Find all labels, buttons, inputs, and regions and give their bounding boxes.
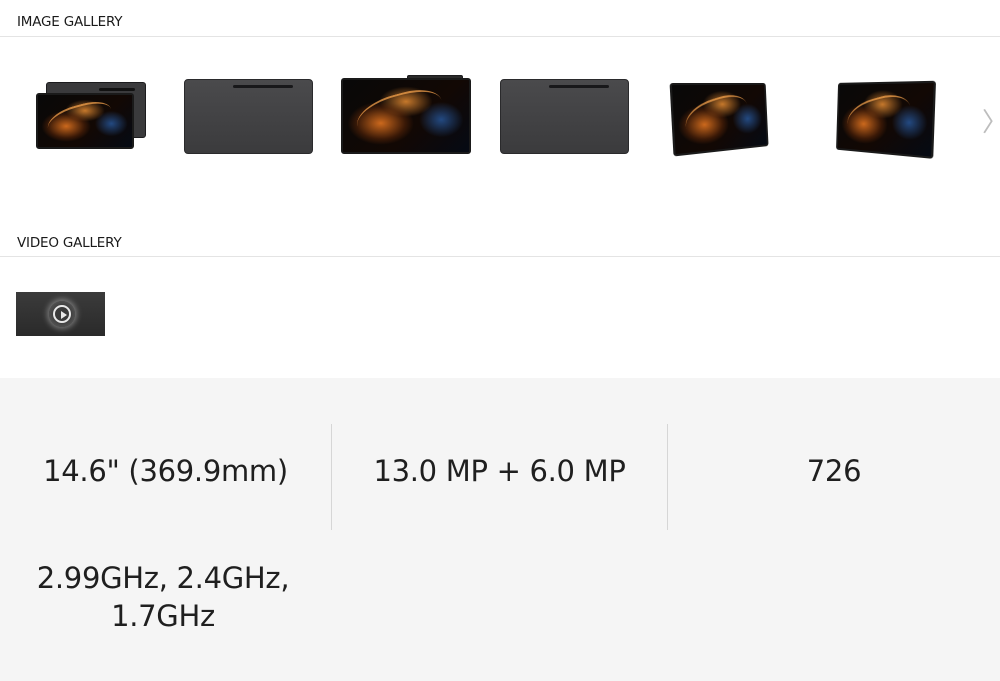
play-icon <box>49 301 75 327</box>
tablet-front-image <box>341 78 471 154</box>
spec-processor: 2.99GHz, 2.4GHz, 1.7GHz <box>0 559 326 635</box>
spec-processor-line2: 1.7GHz <box>111 599 215 633</box>
gallery-thumbnail-2[interactable] <box>184 79 314 155</box>
video-thumbnail[interactable] <box>16 292 105 336</box>
tablet-angle-right-image <box>836 80 937 159</box>
spec-camera: 13.0 MP + 6.0 MP <box>373 454 626 488</box>
spec-display-size: 14.6" (369.9mm) <box>43 454 288 488</box>
video-gallery-title: VIDEO GALLERY <box>17 235 122 251</box>
spec-weight: 726 <box>806 454 862 488</box>
image-gallery: 〉 <box>0 37 1000 220</box>
tablet-angle-left-image <box>669 82 769 157</box>
image-gallery-header: IMAGE GALLERY <box>0 0 1000 37</box>
spec-processor-line1: 2.99GHz, 2.4GHz, <box>36 561 290 595</box>
tablet-back-image <box>500 79 629 154</box>
key-specs-panel: 14.6" (369.9mm) 13.0 MP + 6.0 MP 726 2.9… <box>0 378 1000 681</box>
gallery-thumbnail-1[interactable] <box>36 81 148 151</box>
gallery-thumbnail-3[interactable] <box>341 75 473 155</box>
tablet-back-image <box>184 79 313 154</box>
image-gallery-title: IMAGE GALLERY <box>17 14 123 30</box>
gallery-thumbnail-4[interactable] <box>500 79 630 155</box>
gallery-thumbnail-6[interactable] <box>828 79 937 159</box>
gallery-thumbnail-5[interactable] <box>669 79 778 157</box>
gallery-next-arrow-icon[interactable]: 〉 <box>982 106 1000 140</box>
video-gallery-header: VIDEO GALLERY <box>0 220 1000 257</box>
tablet-front-image <box>36 93 134 149</box>
